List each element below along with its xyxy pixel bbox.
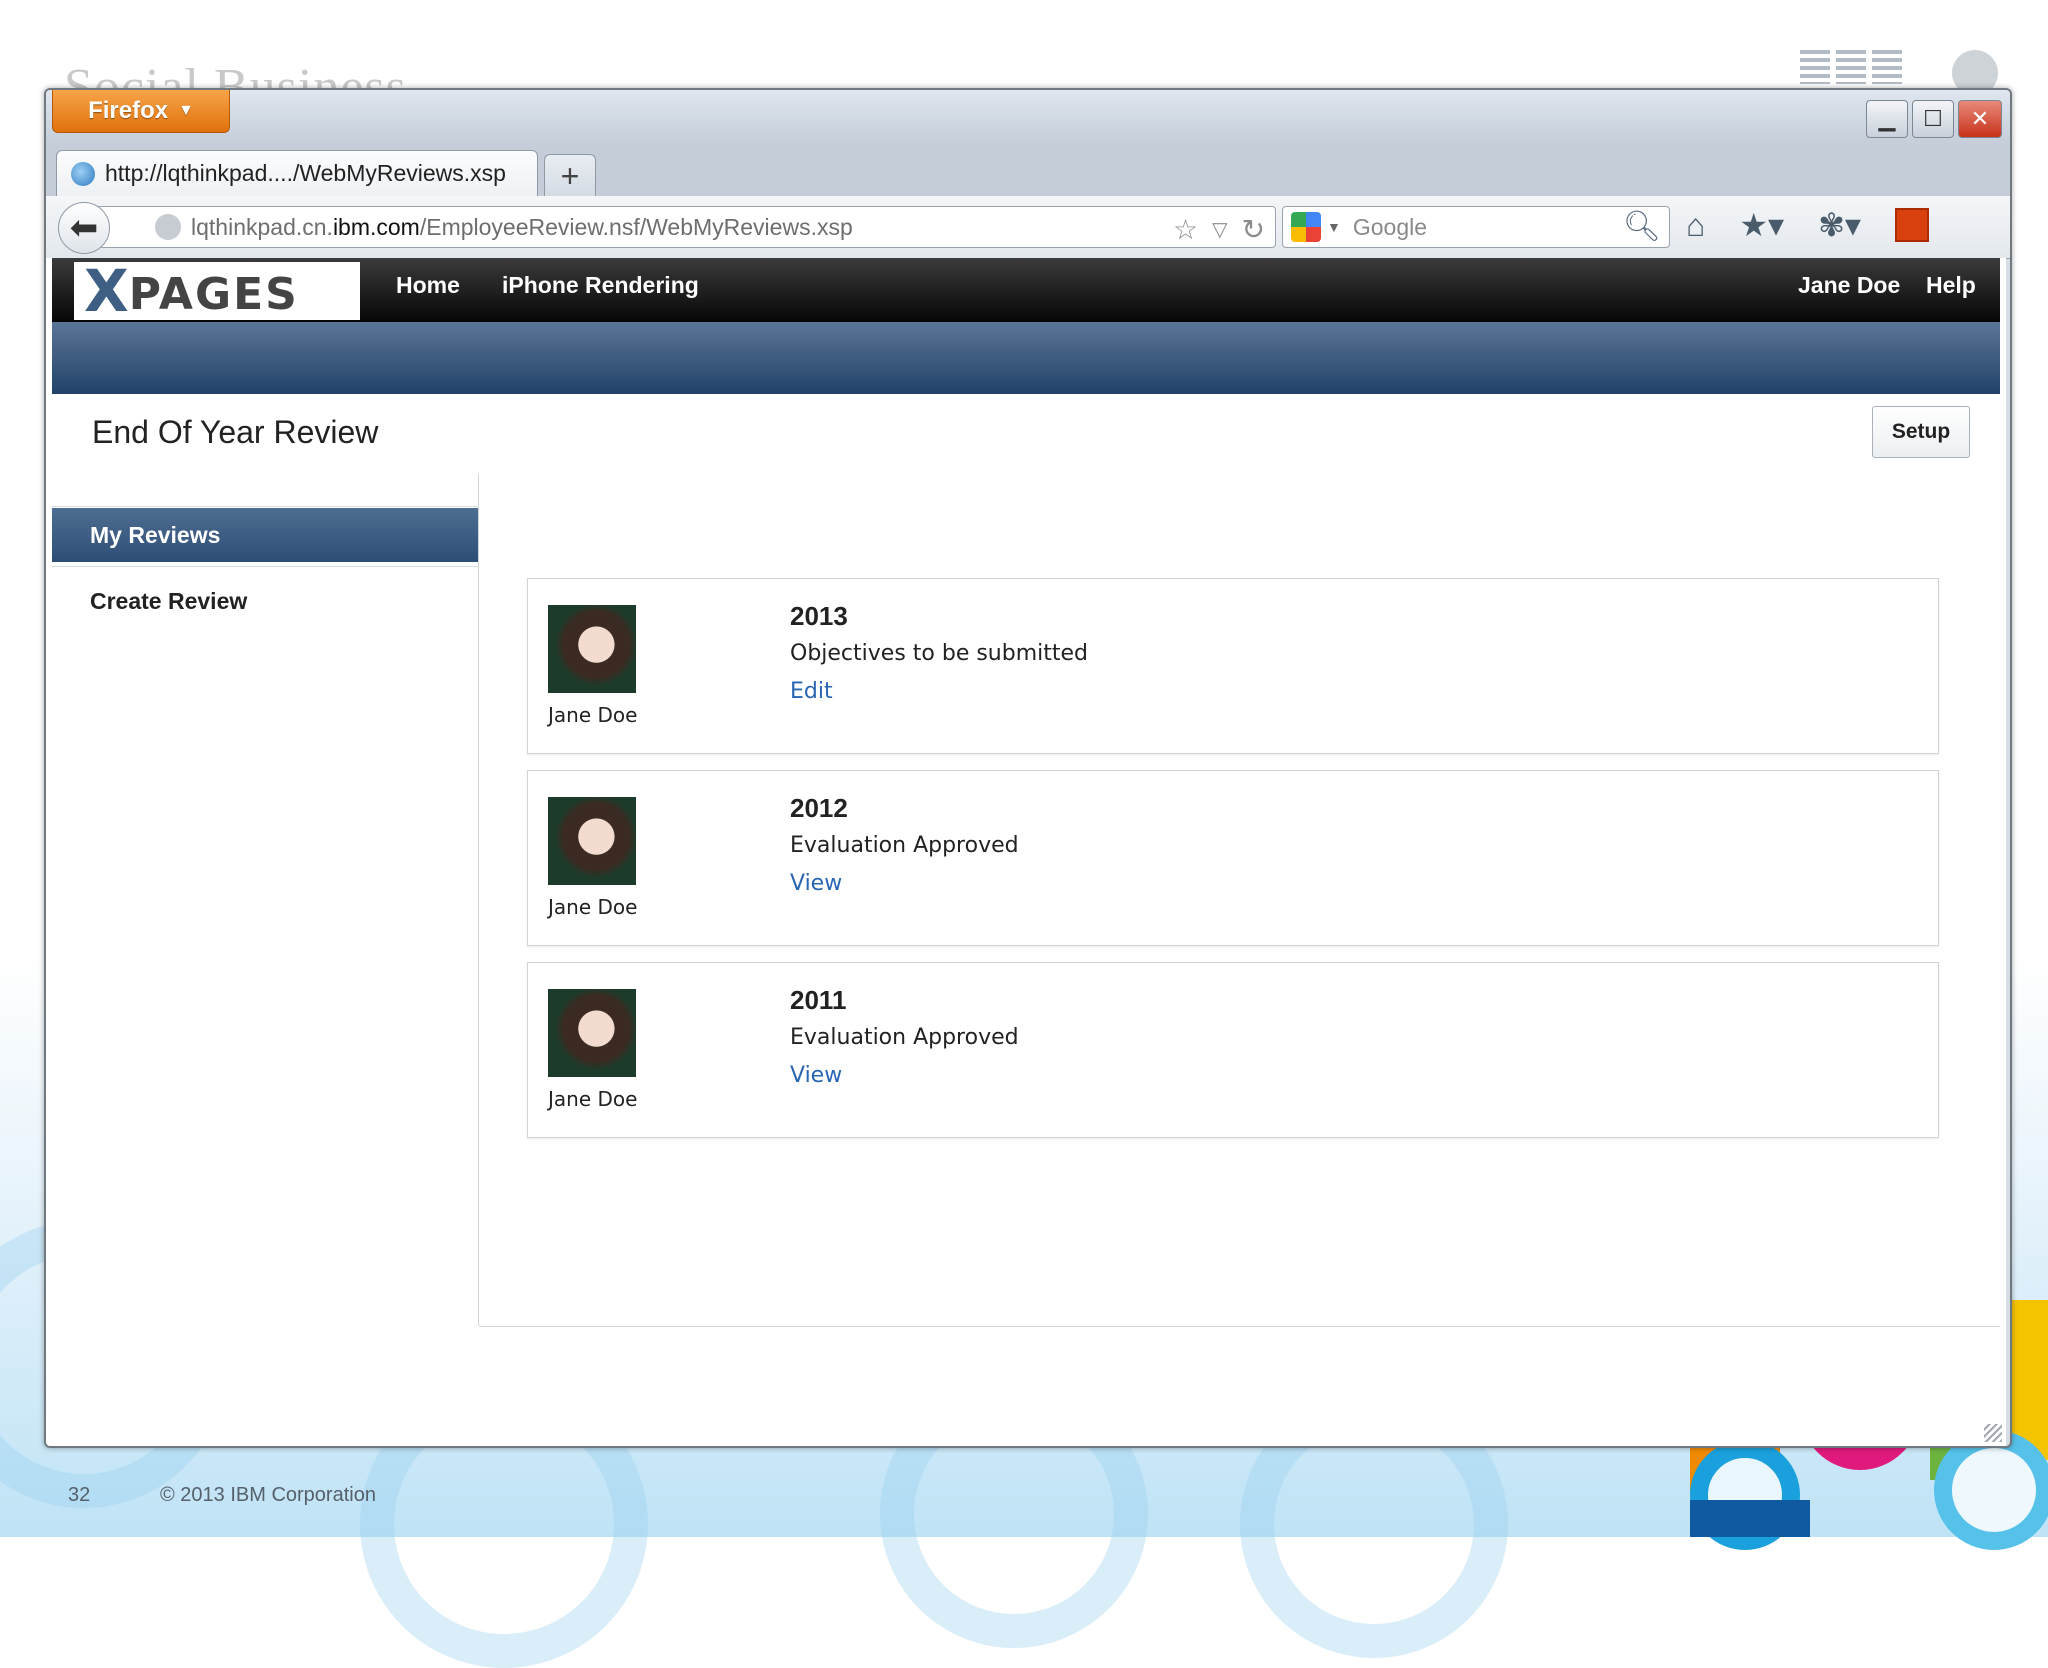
minimize-button[interactable]: ▁ xyxy=(1866,100,1908,138)
help-link[interactable]: Help xyxy=(1926,272,1976,299)
bookmark-star-icon[interactable]: ☆ xyxy=(1173,213,1198,247)
review-card: Jane Doe 2011 Evaluation Approved View xyxy=(527,962,1939,1138)
review-card: Jane Doe 2013 Objectives to be submitted… xyxy=(527,578,1939,754)
back-button[interactable]: ⬅ xyxy=(58,202,110,254)
search-placeholder: Google xyxy=(1352,213,1428,240)
reviewee-name: Jane Doe xyxy=(548,895,638,919)
maximize-icon: ☐ xyxy=(1923,106,1943,131)
avatar xyxy=(548,797,636,885)
review-year: 2013 xyxy=(790,601,848,631)
divider xyxy=(52,506,478,507)
review-status: Evaluation Approved xyxy=(790,833,1019,858)
review-view-link[interactable]: View xyxy=(790,1063,842,1088)
tab-title: http://lqthinkpad..../WebMyReviews.xsp xyxy=(105,160,506,186)
toolbar-icons: ⌂ ★▾ ✾▾ xyxy=(1686,206,1929,244)
firefox-menu-label: Firefox xyxy=(88,97,169,124)
xpages-logo[interactable]: X PAGES xyxy=(74,262,360,320)
slide-page-number: 32 xyxy=(68,1484,91,1506)
search-icon[interactable]: 🔍︎ xyxy=(1623,209,1661,244)
plus-icon: + xyxy=(560,157,580,194)
new-tab-button[interactable]: + xyxy=(544,154,596,197)
firefox-menu-button[interactable]: Firefox ▼ xyxy=(52,90,230,133)
navigation-toolbar: ⬅ lqthinkpad.cn. ibm.com/EmployeeReview.n… xyxy=(46,196,2010,259)
history-dropdown-icon[interactable]: ▽ xyxy=(1212,213,1227,247)
ibm-logo xyxy=(1800,50,1902,84)
maximize-button[interactable]: ☐ xyxy=(1912,100,1954,138)
slide-copyright: © 2013 IBM Corporation xyxy=(160,1484,376,1506)
review-view-link[interactable]: View xyxy=(790,871,842,896)
review-card: Jane Doe 2012 Evaluation Approved View xyxy=(527,770,1939,946)
reload-icon[interactable]: ↻ xyxy=(1242,213,1265,247)
user-name-link[interactable]: Jane Doe xyxy=(1798,272,1900,299)
title-strip: End Of Year Review Setup xyxy=(52,394,2000,475)
search-bar[interactable]: ▼ Google 🔍︎ xyxy=(1282,206,1670,248)
avatar xyxy=(548,989,636,1077)
review-edit-link[interactable]: Edit xyxy=(790,679,833,704)
url-path: /EmployeeReview.nsf/WebMyReviews.xsp xyxy=(419,213,853,240)
reviews-list: Jane Doe 2013 Objectives to be submitted… xyxy=(479,474,2000,1327)
title-bar[interactable]: Firefox ▼ ▁ ☐ ✕ xyxy=(46,90,2010,146)
minimize-icon: ▁ xyxy=(1878,106,1896,131)
addon-bee-icon[interactable]: ✾▾ xyxy=(1818,206,1861,244)
addon-icon[interactable] xyxy=(1894,208,1929,242)
logo-text: PAGES xyxy=(128,268,299,320)
nav-home[interactable]: Home xyxy=(396,272,460,299)
reviewee-name: Jane Doe xyxy=(548,1087,638,1111)
reviewee-name: Jane Doe xyxy=(548,703,638,727)
chevron-down-icon: ▼ xyxy=(178,102,194,119)
review-year: 2012 xyxy=(790,793,848,823)
globe-icon xyxy=(71,161,95,186)
logo-x: X xyxy=(84,257,129,325)
page-title: End Of Year Review xyxy=(92,414,379,450)
app-header: X PAGES Home iPhone Rendering Jane Doe H… xyxy=(52,258,2000,322)
sidebar-item-my-reviews[interactable]: My Reviews xyxy=(52,508,478,562)
decor-dark-blue-block xyxy=(1690,1500,1810,1537)
search-engine-dropdown-icon[interactable]: ▼ xyxy=(1327,219,1341,235)
nav-iphone-rendering[interactable]: iPhone Rendering xyxy=(502,272,699,299)
sidebar-item-create-review[interactable]: Create Review xyxy=(90,588,247,615)
url-prefix: lqthinkpad.cn. xyxy=(191,213,333,240)
home-icon[interactable]: ⌂ xyxy=(1686,207,1705,244)
resize-grip-icon[interactable] xyxy=(1984,1424,2002,1442)
close-icon: ✕ xyxy=(1970,106,1990,131)
setup-button[interactable]: Setup xyxy=(1872,406,1970,458)
url-bar[interactable]: lqthinkpad.cn. ibm.com/EmployeeReview.nsf… xyxy=(90,206,1276,248)
browser-window: Firefox ▼ ▁ ☐ ✕ http://lqthinkpad..../We… xyxy=(44,88,2012,1448)
tab-strip: http://lqthinkpad..../WebMyReviews.xsp + xyxy=(46,146,2010,197)
review-year: 2011 xyxy=(790,985,847,1015)
google-icon xyxy=(1291,212,1321,242)
decor-blue-ring xyxy=(1934,1430,2048,1550)
back-arrow-icon: ⬅ xyxy=(69,209,99,247)
divider xyxy=(52,566,478,567)
header-banner xyxy=(52,322,2000,394)
url-host: ibm.com xyxy=(332,213,420,240)
review-status: Objectives to be submitted xyxy=(790,641,1089,666)
close-button[interactable]: ✕ xyxy=(1958,100,2002,138)
avatar xyxy=(548,605,636,693)
url-tools: ☆ ▽ ↻ xyxy=(1173,213,1265,247)
page-viewport: X PAGES Home iPhone Rendering Jane Doe H… xyxy=(46,258,2006,1446)
window-controls: ▁ ☐ ✕ xyxy=(1866,100,2002,138)
tab-webmyreviews[interactable]: http://lqthinkpad..../WebMyReviews.xsp xyxy=(56,150,538,196)
sidebar: My Reviews Create Review xyxy=(52,474,479,1326)
review-status: Evaluation Approved xyxy=(790,1025,1019,1050)
bookmarks-menu-icon[interactable]: ★▾ xyxy=(1739,206,1784,244)
site-identity-icon xyxy=(155,214,181,240)
